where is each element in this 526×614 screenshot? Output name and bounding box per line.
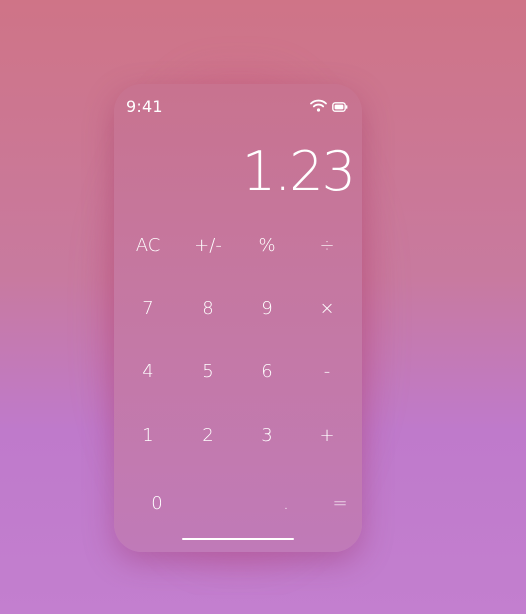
digit-7-button[interactable]: 7 xyxy=(118,288,178,328)
decimal-button[interactable]: . xyxy=(256,483,316,523)
divide-button[interactable]: ÷ xyxy=(297,225,357,265)
clear-button[interactable]: AC xyxy=(118,225,178,265)
status-time: 9:41 xyxy=(126,97,163,116)
add-button[interactable]: + xyxy=(297,415,357,455)
multiply-button[interactable]: × xyxy=(297,288,357,328)
digit-5-button[interactable]: 5 xyxy=(178,351,238,391)
home-indicator[interactable] xyxy=(182,538,294,540)
digit-3-button[interactable]: 3 xyxy=(237,415,297,455)
percent-button[interactable]: % xyxy=(237,225,297,265)
digit-2-button[interactable]: 2 xyxy=(178,415,238,455)
calculator-display: 1.23 xyxy=(241,140,356,203)
equals-button[interactable]: = xyxy=(310,483,362,523)
phone-frame: 9:41 1.23 AC +/- % ÷ 7 8 9 × 4 5 6 - 1 2… xyxy=(114,84,362,552)
digit-4-button[interactable]: 4 xyxy=(118,351,178,391)
battery-icon xyxy=(332,97,348,116)
subtract-button[interactable]: - xyxy=(297,351,357,391)
digit-1-button[interactable]: 1 xyxy=(118,415,178,455)
status-icons xyxy=(310,97,348,116)
status-bar: 9:41 xyxy=(114,84,362,124)
digit-8-button[interactable]: 8 xyxy=(178,288,238,328)
digit-0-button[interactable]: 0 xyxy=(127,483,187,523)
digit-9-button[interactable]: 9 xyxy=(237,288,297,328)
wifi-icon xyxy=(310,97,327,116)
digit-6-button[interactable]: 6 xyxy=(237,351,297,391)
sign-toggle-button[interactable]: +/- xyxy=(178,225,238,265)
